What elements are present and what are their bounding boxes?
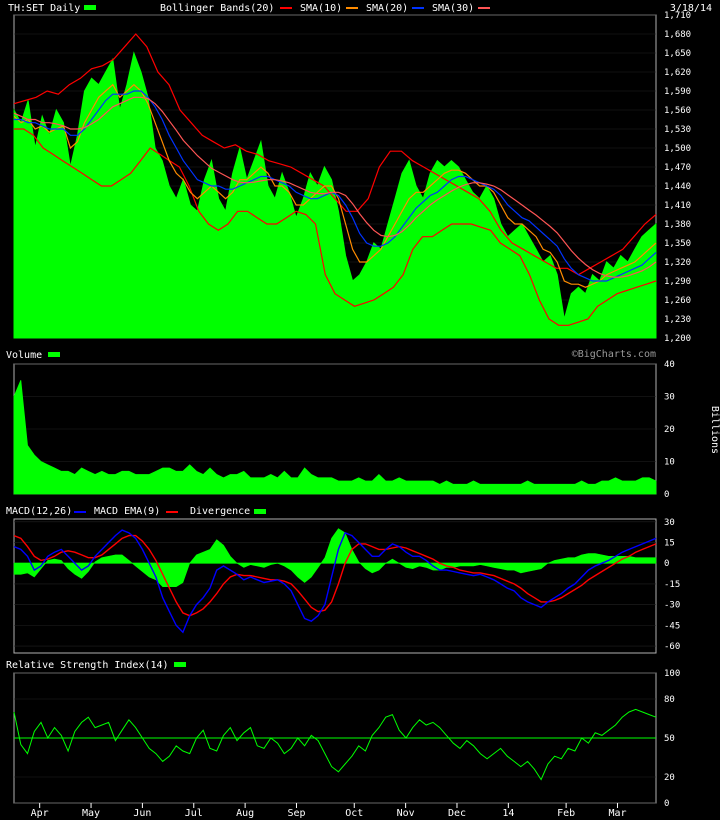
rsi-legend-swatch (174, 662, 186, 667)
volume-tick-label: 40 (664, 360, 675, 370)
price-tick-label: 1,470 (664, 163, 691, 173)
rsi-tick-label: 20 (664, 773, 675, 783)
price-tick-label: 1,620 (664, 68, 691, 78)
rsi-tick-label: 0 (664, 799, 669, 809)
x-tick-label: Mar (608, 808, 626, 819)
sma10-legend-swatch (346, 7, 358, 9)
volume-y-axis: 0 10 20 30 40 (664, 360, 675, 500)
divergence-label: Divergence (190, 506, 250, 517)
macd-panel: MACD(12,26) MACD EMA(9) Divergence 30 15 0… (6, 506, 680, 654)
macd-y-axis: 30 15 0 -15 -30 -45 -60 (664, 518, 680, 652)
macd-tick-label: -45 (664, 621, 680, 631)
bollinger-legend-label: Bollinger Bands(20) (160, 3, 274, 14)
sma30-legend-swatch (478, 7, 490, 9)
price-tick-label: 1,320 (664, 258, 691, 268)
macd-tick-label: -15 (664, 580, 680, 590)
price-panel: 1,200 1,230 1,260 1,290 1,320 1,350 1,380 1,410… (0, 0, 720, 345)
x-tick-label: Nov (397, 808, 415, 819)
bollinger-legend-swatch (280, 7, 292, 9)
macd-legend-swatch (74, 511, 86, 513)
rsi-panel: Relative Strength Index(14) 0 20 50 80 100 (6, 660, 680, 809)
price-tick-label: 1,650 (664, 49, 691, 59)
volume-tick-label: 0 (664, 490, 669, 500)
x-axis: Apr May Jun Jul Aug Sep Oct Nov Dec 14 Feb Mar (31, 803, 627, 819)
volume-tick-label: 20 (664, 425, 675, 435)
x-tick-label: May (82, 808, 100, 819)
symbol-label: TH:SET Daily (8, 3, 80, 14)
macd-tick-label: -30 (664, 601, 680, 611)
price-tick-label: 1,590 (664, 87, 691, 97)
macd-title: MACD(12,26) (6, 506, 72, 517)
macd-tick-label: 15 (664, 538, 675, 548)
x-tick-label: Apr (31, 808, 49, 819)
divergence-legend-swatch (254, 509, 266, 514)
rsi-title: Relative Strength Index(14) (6, 660, 169, 671)
macd-tick-label: 0 (664, 559, 669, 569)
watermark: ©BigCharts.com (572, 349, 656, 360)
x-tick-label: Dec (448, 808, 466, 819)
x-tick-label: Sep (287, 808, 305, 819)
price-tick-label: 1,200 (664, 334, 691, 344)
price-tick-label: 1,350 (664, 239, 691, 249)
x-tick-label: 14 (502, 808, 514, 819)
sma10-legend-label: SMA(10) (300, 3, 342, 14)
price-tick-label: 1,290 (664, 277, 691, 287)
sma20-legend-label: SMA(20) (366, 3, 408, 14)
volume-tick-label: 10 (664, 458, 675, 468)
price-tick-label: 1,440 (664, 182, 691, 192)
macd-ema-label: MACD EMA(9) (94, 506, 160, 517)
volume-title: Volume (6, 350, 42, 361)
price-tick-label: 1,500 (664, 144, 691, 154)
volume-legend-swatch (48, 352, 60, 357)
volume-unit-label: Billions (709, 406, 720, 454)
sma20-legend-swatch (412, 7, 424, 9)
x-tick-label: Jul (185, 808, 203, 819)
rsi-y-axis: 0 20 50 80 100 (664, 669, 680, 809)
x-tick-label: Feb (557, 808, 575, 819)
volume-tick-label: 30 (664, 393, 675, 403)
rsi-tick-label: 80 (664, 695, 675, 705)
x-tick-label: Oct (345, 808, 363, 819)
price-tick-label: 1,560 (664, 106, 691, 116)
chart-date: 3/18/14 (670, 3, 712, 14)
macd-ema-legend-swatch (166, 511, 178, 513)
price-tick-label: 1,530 (664, 125, 691, 135)
stock-chart: 1,200 1,230 1,260 1,290 1,320 1,350 1,380 1,410… (0, 0, 720, 819)
volume-panel: Volume ©BigCharts.com 0 10 20 30 40 Billions (6, 349, 720, 500)
price-tick-label: 1,380 (664, 220, 691, 230)
x-tick-label: Jun (133, 808, 151, 819)
x-tick-label: Aug (236, 808, 254, 819)
price-tick-label: 1,230 (664, 315, 691, 325)
price-tick-label: 1,410 (664, 201, 691, 211)
price-legend-swatch (84, 5, 96, 10)
sma30-legend-label: SMA(30) (432, 3, 474, 14)
price-tick-label: 1,680 (664, 30, 691, 40)
rsi-tick-label: 50 (664, 734, 675, 744)
rsi-tick-label: 100 (664, 669, 680, 679)
macd-tick-label: 30 (664, 518, 675, 528)
macd-tick-label: -60 (664, 642, 680, 652)
price-tick-label: 1,260 (664, 296, 691, 306)
